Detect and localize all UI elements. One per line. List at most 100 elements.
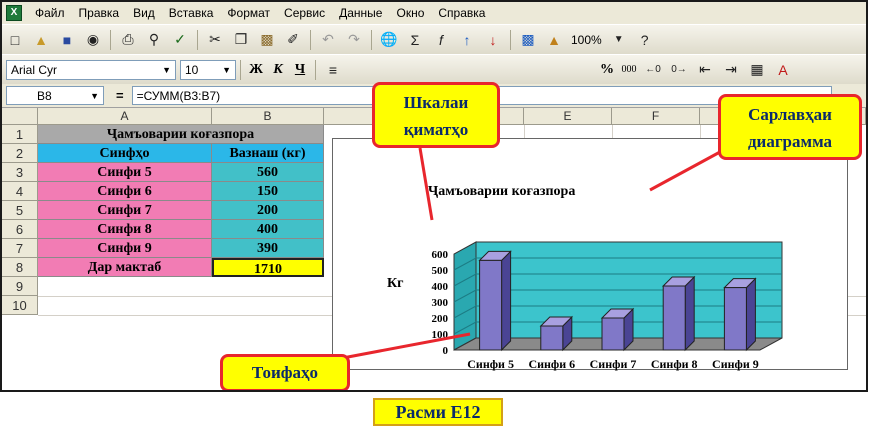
menu-bar: X Файл Правка Вид Вставка Формат Сервис … [2, 2, 866, 24]
help-icon[interactable]: ? [634, 29, 656, 51]
increase-indent-icon[interactable]: ⇥ [720, 59, 742, 81]
column-header-f[interactable]: F [612, 108, 700, 125]
cell-b3[interactable]: 560 [212, 163, 324, 182]
sort-ascending-icon[interactable]: ↑ [456, 29, 478, 51]
row-header-2[interactable]: 2 [2, 144, 38, 163]
cell-a4[interactable]: Синфи 6 [38, 182, 212, 201]
paste-icon[interactable]: ▩ [256, 29, 278, 51]
cell-b4[interactable]: 150 [212, 182, 324, 201]
percent-style-button[interactable]: % [596, 59, 618, 81]
drawing-icon[interactable]: ▲ [543, 29, 565, 51]
cell-a5[interactable]: Синфи 7 [38, 201, 212, 220]
open-folder-icon[interactable]: ▲ [30, 29, 52, 51]
cell-b5[interactable]: 200 [212, 201, 324, 220]
callout-title: Сарлавҳаи диаграмма [718, 94, 862, 160]
cell-b8-total-selected[interactable]: 1710 [212, 258, 324, 277]
toolbar-separator [110, 29, 111, 50]
column-header-b[interactable]: B [212, 108, 324, 125]
font-name-select[interactable]: Arial Cyr ▼ [6, 59, 176, 80]
font-name-value: Arial Cyr [11, 62, 58, 77]
new-document-icon[interactable]: □ [4, 29, 26, 51]
excel-app-icon[interactable]: X [6, 5, 22, 21]
increase-decimal-icon[interactable]: ←0 [642, 59, 664, 81]
row-header-4[interactable]: 4 [2, 182, 38, 201]
row-header-6[interactable]: 6 [2, 220, 38, 239]
cell-b7[interactable]: 390 [212, 239, 324, 258]
row-header-9[interactable]: 9 [2, 277, 38, 296]
select-all-corner[interactable] [2, 108, 38, 125]
menu-format[interactable]: Формат [220, 6, 277, 20]
menu-window[interactable]: Окно [389, 6, 431, 20]
callout-categories: Тоифаҳо [220, 354, 350, 390]
formatting-toolbar: Arial Cyr ▼ 10 ▼ Ж К Ч ≡ % 000 ←0 0→ ⇤ ⇥… [2, 54, 866, 84]
spelling-icon[interactable]: ✓ [169, 29, 191, 51]
zoom-box[interactable]: 100% [567, 33, 606, 47]
name-box[interactable]: B8 ▼ [6, 86, 104, 105]
column-header-e[interactable]: E [524, 108, 612, 125]
italic-button[interactable]: К [267, 59, 289, 81]
excel-window: X Файл Правка Вид Вставка Формат Сервис … [0, 0, 868, 392]
borders-icon[interactable]: ▦ [746, 59, 768, 81]
font-color-icon[interactable]: A [772, 59, 794, 81]
toolbar-separator [510, 29, 511, 50]
cell-a2-header[interactable]: Синфҳо [38, 144, 212, 163]
format-painter-icon[interactable]: ✐ [282, 29, 304, 51]
formula-equals-sign: = [116, 88, 124, 103]
menu-edit[interactable]: Правка [72, 6, 127, 20]
print-preview-icon[interactable]: ⚲ [143, 29, 165, 51]
function-icon[interactable]: f [430, 29, 452, 51]
cell-a7[interactable]: Синфи 9 [38, 239, 212, 258]
callout-scale: Шкалаи қиматҳо [372, 82, 500, 148]
cell-a3[interactable]: Синфи 5 [38, 163, 212, 182]
cut-icon[interactable]: ✂ [204, 29, 226, 51]
redo-icon[interactable]: ↷ [343, 29, 365, 51]
row-header-3[interactable]: 3 [2, 163, 38, 182]
row-header-5[interactable]: 5 [2, 201, 38, 220]
underline-button[interactable]: Ч [289, 59, 311, 81]
standard-toolbar: □ ▲ ■ ◉ ⎙ ⚲ ✓ ✂ ❐ ▩ ✐ ↶ ↷ 🌐 Σ f ↑ ↓ ▩ ▲ … [2, 24, 866, 54]
chevron-down-icon: ▼ [90, 90, 99, 101]
row-header-8[interactable]: 8 [2, 258, 38, 277]
chevron-down-icon: ▼ [162, 64, 171, 75]
menu-data[interactable]: Данные [332, 6, 389, 20]
toolbar-separator [315, 59, 316, 80]
autosum-icon[interactable]: Σ [404, 29, 426, 51]
cell-b2-header[interactable]: Вазнаш (кг) [212, 144, 324, 163]
chart-title[interactable]: Ҷамъоварии коғазпора [428, 184, 575, 200]
menu-insert[interactable]: Вставка [162, 6, 221, 20]
chart-area[interactable] [332, 138, 848, 370]
column-header-a[interactable]: A [38, 108, 212, 125]
comma-style-button[interactable]: 000 [618, 59, 640, 81]
permission-icon[interactable]: ◉ [82, 29, 104, 51]
row-header-1[interactable]: 1 [2, 125, 38, 144]
bold-button[interactable]: Ж [245, 59, 267, 81]
font-size-select[interactable]: 10 ▼ [180, 59, 236, 80]
cell-a1-title[interactable]: Ҷамъоварии коғазпора [38, 125, 324, 144]
chart-y-axis-label[interactable]: Кг [387, 276, 404, 292]
undo-icon[interactable]: ↶ [317, 29, 339, 51]
cell-b6[interactable]: 400 [212, 220, 324, 239]
font-size-value: 10 [185, 62, 199, 77]
decrease-decimal-icon[interactable]: 0→ [668, 59, 690, 81]
print-icon[interactable]: ⎙ [117, 29, 139, 51]
copy-icon[interactable]: ❐ [230, 29, 252, 51]
zoom-dropdown-icon[interactable]: ▼ [608, 29, 630, 51]
menu-tools[interactable]: Сервис [277, 6, 332, 20]
toolbar-separator [197, 29, 198, 50]
name-box-value: B8 [37, 88, 52, 103]
menu-file[interactable]: Файл [28, 6, 72, 20]
row-header-10[interactable]: 10 [2, 296, 38, 315]
align-left-icon[interactable]: ≡ [322, 59, 344, 81]
cell-a6[interactable]: Синфи 8 [38, 220, 212, 239]
menu-help[interactable]: Справка [431, 6, 492, 20]
save-icon[interactable]: ■ [56, 29, 78, 51]
hyperlink-icon[interactable]: 🌐 [378, 29, 400, 51]
sort-descending-icon[interactable]: ↓ [482, 29, 504, 51]
decrease-indent-icon[interactable]: ⇤ [694, 59, 716, 81]
toolbar-separator [310, 29, 311, 50]
chevron-down-icon: ▼ [222, 64, 231, 75]
cell-a8-total-label[interactable]: Дар мактаб [38, 258, 212, 277]
menu-view[interactable]: Вид [126, 6, 162, 20]
row-header-7[interactable]: 7 [2, 239, 38, 258]
chart-wizard-icon[interactable]: ▩ [517, 29, 539, 51]
